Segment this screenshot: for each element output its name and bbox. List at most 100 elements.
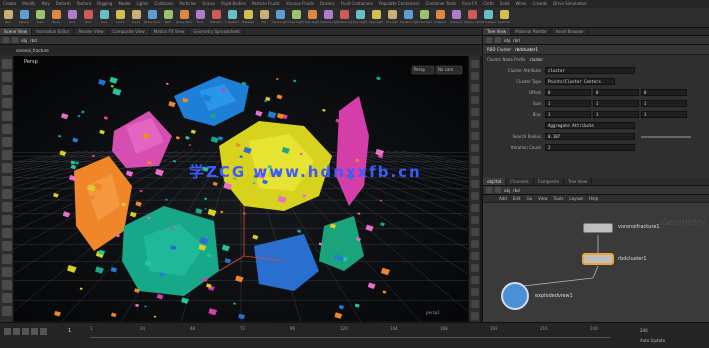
- shelf-tool[interactable]: Null: [80, 10, 96, 27]
- shelf-tab[interactable]: Rigging: [94, 0, 115, 8]
- obj-path-label[interactable]: obj: [21, 38, 27, 43]
- display-option-icon[interactable]: [471, 300, 479, 308]
- play-back-icon[interactable]: [13, 328, 20, 335]
- shelf-tool[interactable]: Ambient: [432, 10, 448, 27]
- param-field[interactable]: 1: [641, 100, 687, 107]
- shelf-tab[interactable]: Texture: [74, 0, 95, 8]
- persp-menu[interactable]: Persp: [414, 67, 425, 72]
- display-option-icon[interactable]: [471, 144, 479, 152]
- shelf-tab[interactable]: Lights: [133, 0, 151, 8]
- shelf-tool[interactable]: Line: [96, 10, 112, 27]
- shelf-tab[interactable]: Poly: [39, 0, 53, 8]
- scene-view-tab[interactable]: Geometry Spreadsheet: [189, 28, 245, 35]
- shelf-tool[interactable]: L-System: [224, 10, 240, 27]
- shelf-tool[interactable]: Spray Paint: [176, 10, 192, 27]
- display-option-icon[interactable]: [471, 252, 479, 260]
- viewport-tool-icon[interactable]: [2, 189, 12, 199]
- display-option-icon[interactable]: [471, 192, 479, 200]
- end-frame-field[interactable]: 240: [640, 328, 648, 333]
- shelf-tool[interactable]: Switcher: [496, 10, 512, 27]
- timeline-ruler[interactable]: 1 24 48 72 96 120 144 168 192 216 240: [90, 326, 610, 338]
- shelf-tool[interactable]: Area Light: [288, 10, 304, 27]
- shelf-tab[interactable]: Oceans: [317, 0, 338, 8]
- shelf-tool[interactable]: Grid: [64, 10, 80, 27]
- shelf-tab[interactable]: Model: [115, 0, 133, 8]
- shelf-tool[interactable]: Camera: [448, 10, 464, 27]
- back-arrow-icon[interactable]: [486, 37, 492, 43]
- update-mode-menu[interactable]: Auto Update: [640, 338, 665, 343]
- viewport-3d[interactable]: Persp Persp No cam 学ZCG www.hdnxxfb.cn p…: [14, 56, 468, 322]
- shelf-tab[interactable]: Drive Simulation: [550, 0, 589, 8]
- shelf-tool[interactable]: Font: [192, 10, 208, 27]
- stop-icon[interactable]: [22, 328, 29, 335]
- display-option-icon[interactable]: [471, 60, 479, 68]
- node-path-label[interactable]: rbd: [30, 38, 37, 43]
- display-option-icon[interactable]: [471, 276, 479, 284]
- param-field[interactable]: 0: [593, 89, 639, 96]
- param-field[interactable]: 0.107: [545, 133, 635, 140]
- viewport-tool-icon[interactable]: [2, 280, 12, 290]
- viewport-tool-icon[interactable]: [2, 124, 12, 134]
- shelf-tool[interactable]: Stereo Cam: [464, 10, 480, 27]
- display-option-icon[interactable]: [471, 240, 479, 248]
- param-slider[interactable]: [641, 135, 691, 138]
- shelf-tab[interactable]: Create: [0, 0, 19, 8]
- shelf-tool[interactable]: Sphere: [16, 10, 32, 27]
- shelf-tool[interactable]: Metaball: [240, 10, 256, 27]
- shelf-tab[interactable]: Rigid Bodies: [218, 0, 249, 8]
- viewport-tool-icon[interactable]: [2, 215, 12, 225]
- viewport-tool-icon[interactable]: [2, 176, 12, 186]
- param-field[interactable]: 1: [593, 100, 639, 107]
- shelf-tab[interactable]: Populate Containers: [376, 0, 422, 8]
- display-option-icon[interactable]: [471, 204, 479, 212]
- display-option-icon[interactable]: [471, 72, 479, 80]
- scene-view-tab[interactable]: Scene View: [0, 28, 32, 35]
- viewport-tool-icon[interactable]: [2, 137, 12, 147]
- shelf-tool[interactable]: Spot Light: [272, 10, 288, 27]
- param-field[interactable]: 1: [545, 111, 591, 118]
- shelf-tool[interactable]: Distant Light: [336, 10, 352, 27]
- viewport-tool-icon[interactable]: [2, 85, 12, 95]
- display-option-icon[interactable]: [471, 84, 479, 92]
- shelf-tab[interactable]: Wires: [512, 0, 529, 8]
- viewport-tool-icon[interactable]: [2, 306, 12, 316]
- param-pane-tab[interactable]: Material Palette: [511, 28, 552, 35]
- shelf-tab[interactable]: Particle Fluids: [249, 0, 283, 8]
- shelf-tool[interactable]: Volume Light: [320, 10, 336, 27]
- viewport-tool-icon[interactable]: [2, 254, 12, 264]
- shelf-tab[interactable]: Modify: [19, 0, 38, 8]
- shelf-tool[interactable]: Circle: [112, 10, 128, 27]
- display-option-icon[interactable]: [471, 264, 479, 272]
- forward-arrow-icon[interactable]: [12, 37, 18, 43]
- viewport-tool-icon[interactable]: [2, 228, 12, 238]
- display-option-icon[interactable]: [471, 96, 479, 104]
- display-option-icon[interactable]: [471, 312, 479, 320]
- shelf-tab[interactable]: Solid: [497, 0, 513, 8]
- shelf-tab[interactable]: Container Tools: [422, 0, 459, 8]
- display-option-icon[interactable]: [471, 132, 479, 140]
- play-start-icon[interactable]: [4, 328, 11, 335]
- current-frame-field[interactable]: 1: [68, 328, 71, 334]
- scene-view-tab[interactable]: Animation Editor: [32, 28, 75, 35]
- viewport-tool-icon[interactable]: [2, 111, 12, 121]
- param-field[interactable]: Aggregate Attribute: [545, 122, 635, 129]
- viewport-tool-icon[interactable]: [2, 241, 12, 251]
- param-node-path[interactable]: rbd: [513, 38, 520, 43]
- shelf-tab[interactable]: Particles: [176, 0, 199, 8]
- param-field[interactable]: Points/Cluster Centers: [545, 78, 615, 85]
- node-rbdcluster[interactable]: [583, 254, 613, 264]
- param-field[interactable]: 1: [545, 100, 591, 107]
- display-option-icon[interactable]: [471, 156, 479, 164]
- shelf-tool[interactable]: Sky Light: [368, 10, 384, 27]
- shelf-tool[interactable]: Path: [160, 10, 176, 27]
- shelf-tool[interactable]: Box: [0, 10, 16, 27]
- shelf-tab[interactable]: Fluid Containers: [338, 0, 377, 8]
- scene-view-tab[interactable]: Render View: [74, 28, 109, 35]
- viewport-tool-icon[interactable]: [2, 150, 12, 160]
- play-forward-icon[interactable]: [31, 328, 38, 335]
- viewport-tool-icon[interactable]: [2, 202, 12, 212]
- node-name-field[interactable]: rbdcluster1: [515, 47, 538, 52]
- param-field[interactable]: cluster: [545, 67, 635, 74]
- param-obj-path[interactable]: obj: [504, 38, 510, 43]
- param-pane-tab[interactable]: Asset Browser: [551, 28, 589, 35]
